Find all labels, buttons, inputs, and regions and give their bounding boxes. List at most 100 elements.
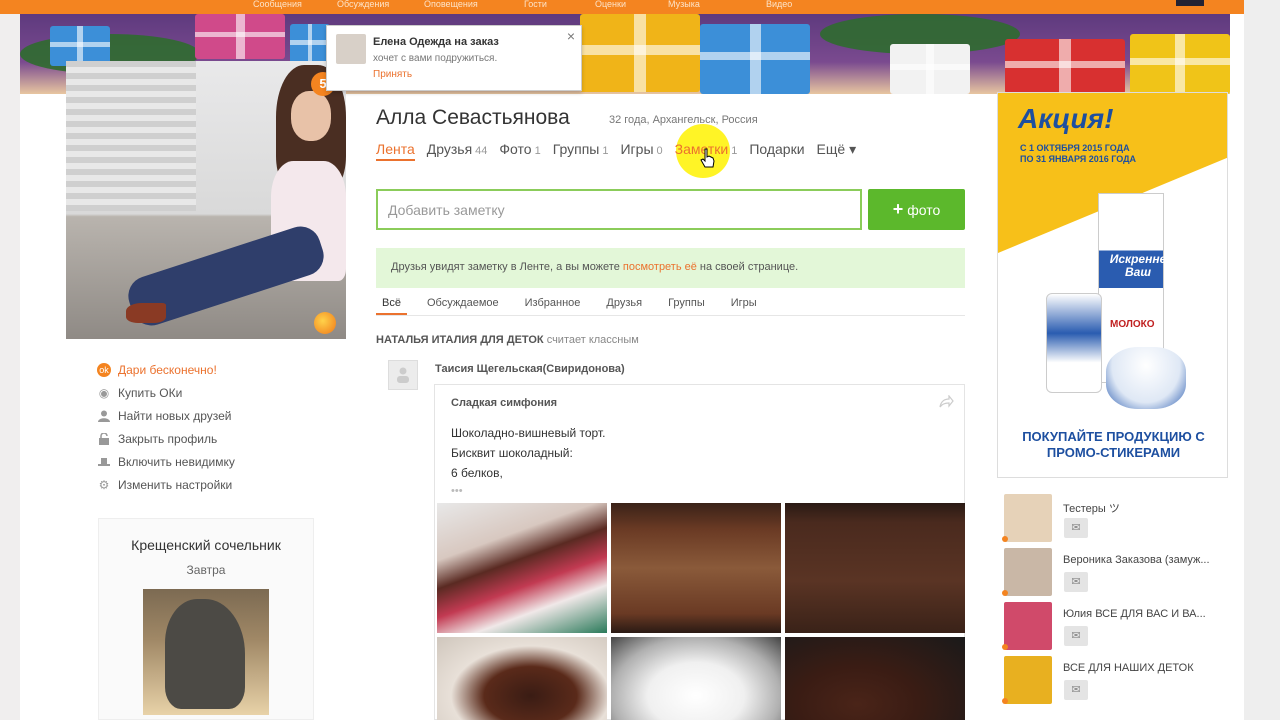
- requester-avatar[interactable]: [336, 34, 366, 64]
- post-photo-sponge[interactable]: [785, 503, 965, 633]
- advertisement-banner[interactable]: Акция! С 1 ОКТЯБРЯ 2015 ГОДА ПО 31 ЯНВАР…: [997, 92, 1228, 478]
- menu-label: Найти новых друзей: [118, 408, 232, 423]
- yogurt-bottle: [1046, 293, 1102, 393]
- requester-name[interactable]: Елена Одежда на заказ: [373, 36, 499, 48]
- post-photo-meringue[interactable]: [611, 637, 781, 720]
- feed-group-name[interactable]: НАТАЛЬЯ ИТАЛИЯ ДЛЯ ДЕТОК: [376, 334, 544, 346]
- gift-box: [890, 44, 970, 94]
- filter-discussed[interactable]: Обсуждаемое: [421, 292, 505, 315]
- menu-settings[interactable]: ⚙ Изменить настройки: [97, 473, 235, 496]
- hat-icon: [97, 455, 111, 469]
- menu-gift-unlimited[interactable]: ok Дари бесконечно!: [97, 358, 235, 381]
- tab-photos[interactable]: Фото 1: [499, 141, 540, 161]
- nav-ratings[interactable]: Оценки: [595, 0, 626, 9]
- nav-messages[interactable]: Сообщения: [253, 0, 302, 9]
- photo-shoe: [126, 303, 166, 323]
- tab-games[interactable]: Игры 0: [620, 141, 662, 161]
- cheese-tub: [1106, 347, 1186, 409]
- nav-notifications[interactable]: Оповещения: [424, 0, 478, 9]
- post-line: Бисквит шоколадный:: [451, 446, 573, 460]
- photo-button-label: фото: [907, 201, 941, 218]
- profile-photo[interactable]: [66, 61, 346, 339]
- view-note-link[interactable]: посмотреть её: [623, 261, 697, 273]
- online-indicator: [1002, 590, 1008, 596]
- friend-name[interactable]: Тестеры ツ: [1063, 500, 1225, 516]
- holiday-image[interactable]: [143, 589, 269, 715]
- post-photo-biscuit[interactable]: [611, 503, 781, 633]
- holiday-subtitle: Завтра: [186, 563, 226, 577]
- filter-favorites[interactable]: Избранное: [519, 292, 587, 315]
- profile-meta: 32 года, Архангельск, Россия: [609, 114, 758, 126]
- fruit-icon[interactable]: [314, 312, 336, 334]
- top-navigation-bar: Сообщения Обсуждения Оповещения Гости Оц…: [0, 0, 1244, 14]
- friend-request-notification[interactable]: Елена Одежда на заказ хочет с вами подру…: [326, 25, 582, 91]
- gift-box: [1005, 39, 1125, 94]
- message-icon[interactable]: ✉: [1064, 572, 1088, 592]
- friend-avatar[interactable]: [1004, 656, 1052, 704]
- filter-friends[interactable]: Друзья: [600, 292, 648, 315]
- tab-friends[interactable]: Друзья 44: [427, 141, 488, 161]
- post-photo-batter[interactable]: [785, 637, 965, 720]
- filter-groups[interactable]: Группы: [662, 292, 711, 315]
- post-card[interactable]: Сладкая симфония Шоколадно-вишневый торт…: [434, 384, 965, 720]
- read-more-dots[interactable]: •••: [451, 485, 463, 497]
- plus-icon: +: [892, 199, 904, 219]
- friend-name[interactable]: ВСЕ ДЛЯ НАШИХ ДЕТОК: [1063, 662, 1225, 674]
- message-icon[interactable]: ✉: [1064, 518, 1088, 538]
- menu-buy-oki[interactable]: ◉ Купить ОКи: [97, 381, 235, 404]
- post-body: Шоколадно-вишневый торт. Бисквит шоколад…: [451, 423, 605, 483]
- info-text-end: на своей странице.: [696, 261, 799, 273]
- online-indicator: [1002, 536, 1008, 542]
- filter-all[interactable]: Всё: [376, 292, 407, 315]
- gift-box: [290, 24, 330, 64]
- tab-more[interactable]: Ещё ▾: [817, 141, 857, 161]
- friend-avatar[interactable]: [1004, 494, 1052, 542]
- gift-box: [195, 14, 285, 59]
- friend-name[interactable]: Вероника Заказова (замуж...: [1063, 554, 1225, 566]
- tab-label: Игры: [620, 141, 654, 157]
- menu-close-profile[interactable]: Закрыть профиль: [97, 427, 235, 450]
- tab-label: Подарки: [749, 141, 805, 157]
- friend-item[interactable]: Юлия ВСЕ ДЛЯ ВАС И ВА... ✉: [1002, 602, 1228, 656]
- ad-brand: Искренне Ваш: [1109, 252, 1167, 279]
- gift-box: [1130, 34, 1230, 94]
- tab-gifts[interactable]: Подарки: [749, 141, 804, 161]
- tab-label: Фото: [499, 141, 532, 157]
- photo-face: [291, 91, 331, 141]
- online-indicator: [1002, 644, 1008, 650]
- nav-guests[interactable]: Гости: [524, 0, 547, 9]
- filter-games[interactable]: Игры: [725, 292, 763, 315]
- user-avatar-mini[interactable]: [1176, 0, 1204, 6]
- holiday-title: Крещенский сочельник: [131, 537, 281, 553]
- add-photo-button[interactable]: + фото: [868, 189, 965, 230]
- message-icon[interactable]: ✉: [1064, 626, 1088, 646]
- menu-find-friends[interactable]: Найти новых друзей: [97, 404, 235, 427]
- friend-avatar[interactable]: [1004, 602, 1052, 650]
- friend-item[interactable]: ВСЕ ДЛЯ НАШИХ ДЕТОК ✉: [1002, 656, 1228, 710]
- nav-discussions[interactable]: Обсуждения: [337, 0, 389, 9]
- post-author-name[interactable]: Таисия Щегельская(Свиридонова): [435, 363, 625, 375]
- post-title[interactable]: Сладкая симфония: [451, 397, 557, 409]
- info-message: Друзья увидят заметку в Ленте, а вы може…: [376, 248, 965, 288]
- post-author-avatar[interactable]: [388, 360, 418, 390]
- tab-count: 1: [731, 145, 738, 157]
- tab-count: 1: [602, 145, 609, 157]
- nav-music[interactable]: Музыка: [668, 0, 700, 9]
- friend-item[interactable]: Вероника Заказова (замуж... ✉: [1002, 548, 1228, 602]
- friend-item[interactable]: Тестеры ツ ✉: [1002, 494, 1228, 548]
- accept-link[interactable]: Принять: [373, 69, 412, 80]
- add-note-input[interactable]: [376, 189, 862, 230]
- tab-groups[interactable]: Группы 1: [553, 141, 609, 161]
- share-icon[interactable]: [938, 394, 954, 412]
- friend-name[interactable]: Юлия ВСЕ ДЛЯ ВАС И ВА...: [1063, 608, 1225, 620]
- close-icon[interactable]: ×: [567, 28, 575, 44]
- menu-invisible[interactable]: Включить невидимку: [97, 450, 235, 473]
- post-photo-cake[interactable]: [437, 503, 607, 633]
- post-photo-chocolate[interactable]: [437, 637, 607, 720]
- message-icon[interactable]: ✉: [1064, 680, 1088, 700]
- dinosaur-figure: [165, 599, 245, 709]
- nav-video[interactable]: Видео: [766, 0, 792, 9]
- tab-feed[interactable]: Лента: [376, 141, 415, 161]
- holiday-widget[interactable]: Крещенский сочельник Завтра: [98, 518, 314, 720]
- friend-avatar[interactable]: [1004, 548, 1052, 596]
